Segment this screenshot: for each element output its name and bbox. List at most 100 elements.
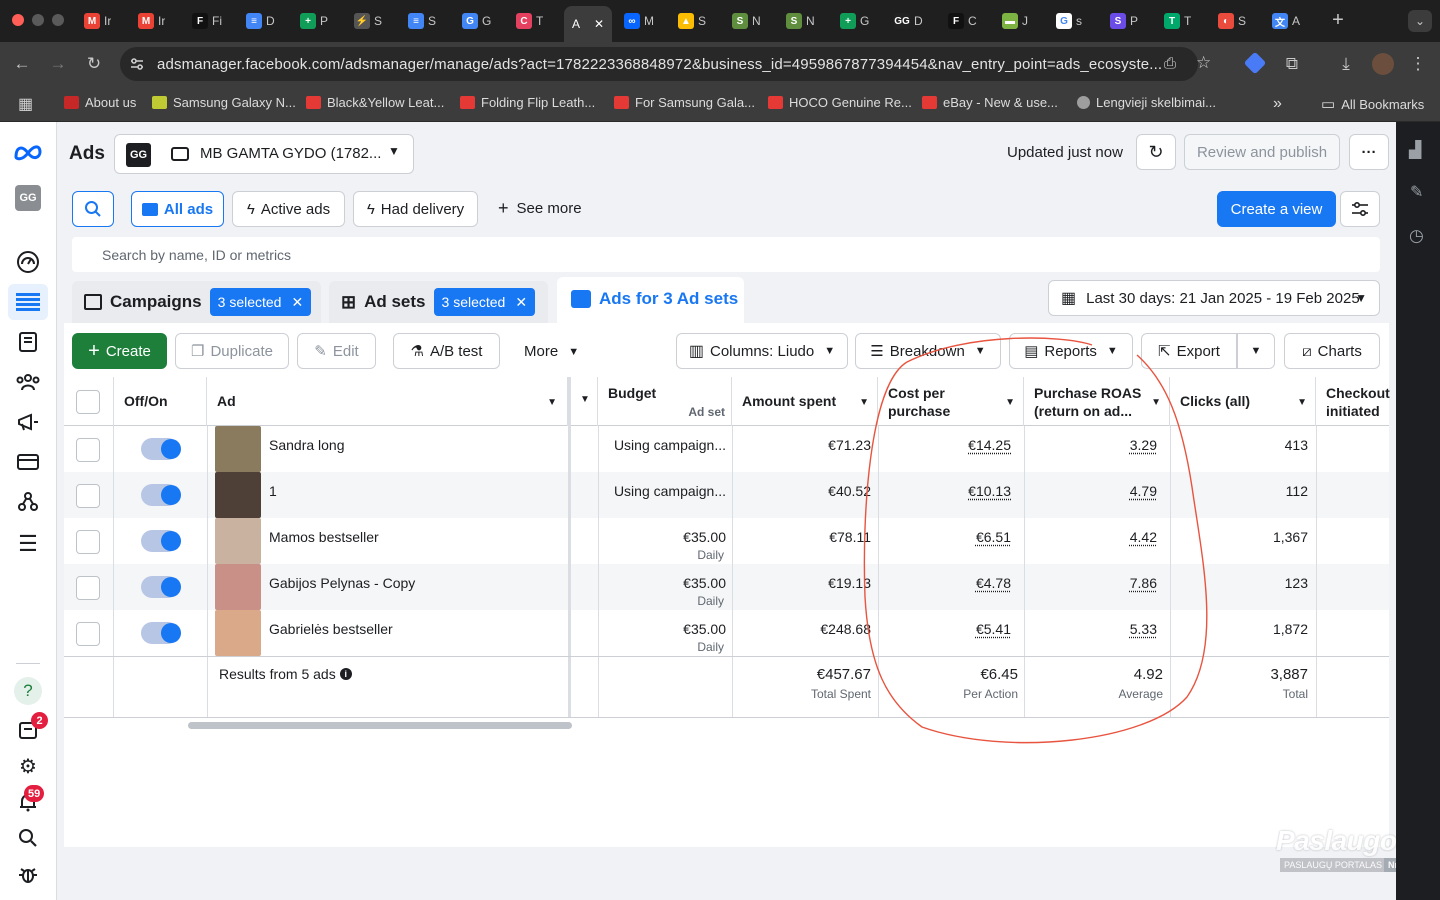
account-selector[interactable]: GG MB GAMTA GYDO (1782... ▼ (114, 134, 414, 174)
all-bookmarks-folder[interactable]: ▭ All Bookmarks (1321, 95, 1424, 113)
sort-dropdown-icon[interactable]: ▼ (580, 394, 590, 405)
browser-tab[interactable]: FC (948, 6, 977, 36)
col-header-extra[interactable]: ▼ (568, 377, 598, 426)
ad-status-toggle[interactable] (141, 438, 181, 460)
bookmark-item[interactable]: eBay - New & use... (922, 95, 1058, 110)
create-view-button[interactable]: Create a view (1217, 191, 1336, 227)
row-checkbox[interactable] (76, 484, 100, 508)
browser-tab[interactable]: M Ir (138, 6, 165, 36)
browser-tab[interactable]: SN (786, 6, 815, 36)
browser-tab[interactable]: ∞ M (624, 6, 654, 36)
campaigns-nav-active[interactable] (8, 284, 48, 320)
ad-status-toggle[interactable] (141, 576, 181, 598)
window-minimize-dot[interactable] (32, 14, 44, 26)
clear-selection-icon[interactable]: ✕ (291, 294, 303, 311)
browser-tab[interactable]: ≡ S (408, 6, 436, 36)
bookmark-item[interactable]: Folding Flip Leath... (460, 95, 595, 110)
ad-status-toggle[interactable] (141, 530, 181, 552)
info-icon[interactable]: i (339, 668, 352, 680)
account-avatar[interactable]: GG (15, 185, 41, 211)
dashboard-gauge-icon[interactable] (15, 249, 41, 275)
history-clock-icon[interactable]: ◷ (1409, 226, 1424, 246)
duplicate-button[interactable]: ❐ Duplicate (175, 333, 289, 369)
browser-tab[interactable]: SN (732, 6, 761, 36)
col-header-budget[interactable]: Budget Ad set (598, 377, 732, 426)
install-app-icon[interactable]: ⎙ (1164, 55, 1176, 72)
browser-tab[interactable]: SP (1110, 6, 1138, 36)
browser-tab[interactable]: ≡ D (246, 6, 275, 36)
select-all-checkbox[interactable] (76, 390, 100, 414)
columns-dropdown[interactable]: ▥ Columns: Liudo ▼ (676, 333, 848, 369)
browser-tab[interactable]: ▲ S (678, 6, 706, 36)
ad-thumbnail[interactable] (215, 426, 261, 472)
extension-tag-icon[interactable] (1243, 51, 1267, 75)
site-settings-icon[interactable] (129, 56, 145, 72)
charts-button[interactable]: ⧄ Charts (1284, 333, 1380, 369)
col-header-checkout[interactable]: Checkout initiated (1316, 377, 1396, 426)
ab-test-button[interactable]: ⚗ A/B test (393, 333, 500, 369)
bookmark-item[interactable]: For Samsung Gala... (614, 95, 755, 110)
browser-tab[interactable]: ◐ S (1218, 6, 1246, 36)
export-options-dropdown[interactable]: ▼ (1237, 333, 1275, 369)
business-hub-icon[interactable] (15, 489, 41, 515)
ad-name[interactable]: Sandra long (269, 437, 345, 453)
back-icon[interactable]: ← (12, 54, 32, 74)
create-button[interactable]: + Create (72, 333, 167, 369)
filter-had-delivery[interactable]: ϟ Had delivery (353, 191, 478, 227)
adsets-selected-chip[interactable]: 3 selected ✕ (433, 288, 536, 316)
pencil-icon[interactable]: ✎ (1410, 182, 1423, 202)
more-bookmarks-icon[interactable]: » (1273, 95, 1282, 113)
see-more-button[interactable]: + See more (498, 199, 582, 217)
window-close-dot[interactable] (12, 14, 24, 26)
customize-view-icon[interactable] (1340, 191, 1380, 227)
report-bug-icon[interactable] (15, 861, 41, 887)
browser-tab[interactable]: 文A (1272, 6, 1300, 36)
advertise-megaphone-icon[interactable] (15, 409, 41, 435)
tab-close-icon[interactable]: ✕ (594, 17, 604, 31)
bookmark-star-icon[interactable]: ☆ (1196, 53, 1211, 73)
ad-thumbnail[interactable] (215, 518, 261, 564)
campaigns-selected-chip[interactable]: 3 selected ✕ (209, 288, 312, 316)
tab-campaigns[interactable]: Campaigns 3 selected ✕ (72, 281, 321, 323)
browser-tab[interactable]: F Fi (192, 6, 222, 36)
help-icon[interactable]: ? (14, 677, 42, 705)
ad-name[interactable]: Mamos bestseller (269, 529, 379, 545)
bookmark-item[interactable]: HOCO Genuine Re... (768, 95, 912, 110)
billing-card-icon[interactable] (15, 449, 41, 475)
address-bar[interactable]: adsmanager.facebook.com/adsmanager/manag… (120, 47, 1211, 81)
ad-thumbnail[interactable] (215, 610, 261, 656)
browser-tab[interactable]: ⚡ S (354, 6, 382, 36)
bookmark-item[interactable]: Black&Yellow Leat... (306, 95, 444, 110)
horizontal-scrollbar-thumb[interactable] (188, 722, 572, 729)
new-tab-button[interactable]: + (1328, 9, 1348, 31)
row-checkbox[interactable] (76, 576, 100, 600)
review-publish-button[interactable]: Review and publish (1184, 134, 1340, 170)
filter-all-ads[interactable]: All ads (131, 191, 224, 227)
profile-avatar[interactable] (1372, 53, 1394, 75)
search-input[interactable]: Search by name, ID or metrics (72, 237, 1380, 272)
browser-tab[interactable]: A ✕ (564, 6, 613, 42)
browser-menu-icon[interactable]: ⋮ (1408, 54, 1428, 74)
browser-tab[interactable]: M Ir (84, 6, 111, 36)
all-tools-menu-icon[interactable]: ☰ (15, 531, 41, 557)
edit-button[interactable]: ✎ Edit (297, 333, 376, 369)
search-icon[interactable] (15, 825, 41, 851)
ad-thumbnail[interactable] (215, 472, 261, 518)
browser-tab[interactable]: GG D (894, 6, 923, 36)
bookmark-item[interactable]: Lengvieji skelbimai... (1077, 95, 1216, 110)
tab-search-icon[interactable]: ⌄ (1408, 10, 1432, 32)
tab-adsets[interactable]: ⊞ Ad sets 3 selected ✕ (329, 281, 548, 323)
reload-icon[interactable]: ↻ (84, 54, 104, 74)
refresh-button[interactable]: ↻ (1136, 134, 1176, 170)
reports-book-icon[interactable] (15, 329, 41, 355)
browser-tab[interactable]: GG (462, 6, 491, 36)
apps-grid-icon[interactable]: ▦ (18, 94, 33, 114)
ad-name[interactable]: 1 (269, 483, 277, 499)
row-checkbox[interactable] (76, 622, 100, 646)
audiences-people-icon[interactable] (15, 369, 41, 395)
extensions-puzzle-icon[interactable]: ⧉ (1282, 54, 1302, 74)
ad-name[interactable]: Gabijos Pelynas - Copy (269, 575, 415, 591)
date-range-picker[interactable]: ▦ Last 30 days: 21 Jan 2025 - 19 Feb 202… (1048, 280, 1380, 316)
sort-dropdown-icon[interactable]: ▼ (547, 394, 557, 412)
window-maximize-dot[interactable] (52, 14, 64, 26)
